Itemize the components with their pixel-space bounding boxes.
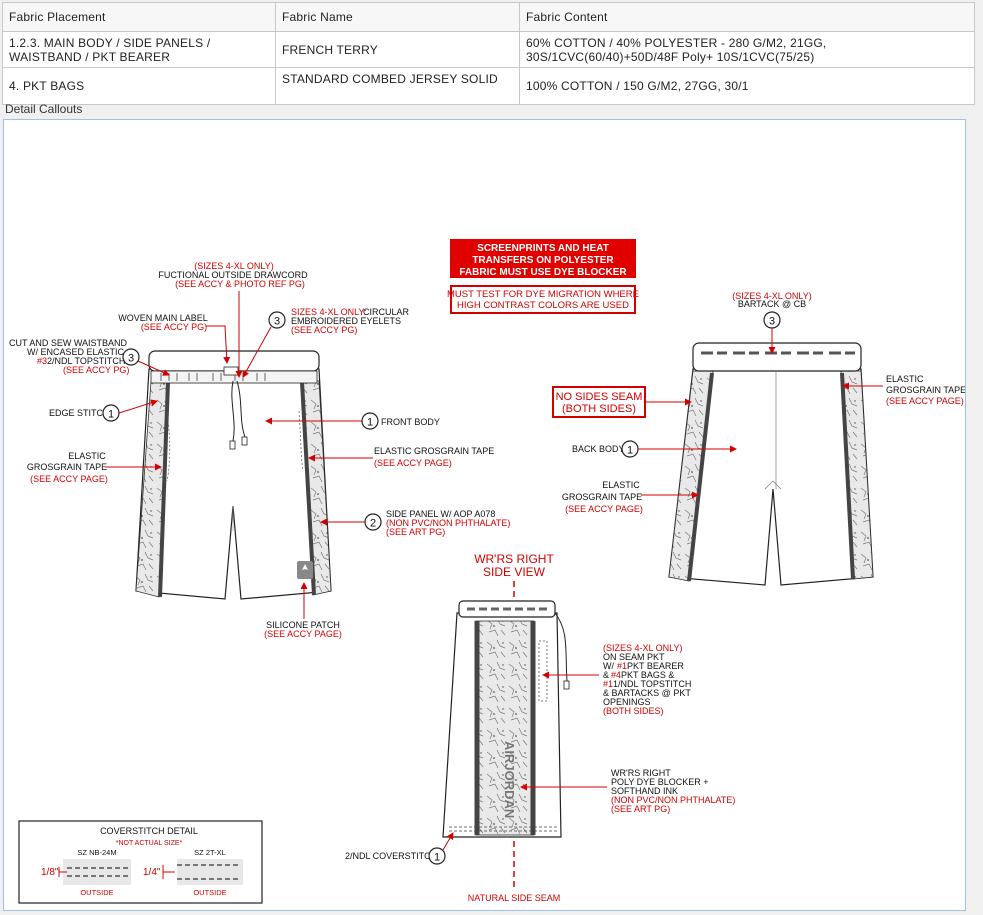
- content-cell: 100% COTTON / 150 G/M2, 27GG, 30/1: [519, 67, 975, 105]
- header-fabric-content: Fabric Content: [519, 2, 975, 32]
- callout-number: 2: [370, 518, 376, 530]
- edge-stitch-label: EDGE STITCH: [49, 408, 110, 418]
- callout-number: 3: [769, 316, 775, 328]
- eyelets-ref: (SEE ACCY PG): [291, 325, 357, 335]
- cell-line: WAISTBAND / PKT BEARER: [9, 49, 171, 64]
- side-panel-ref-2: (SEE ART PG): [386, 527, 445, 537]
- tape-right-ref: (SEE ACCY PAGE): [374, 458, 452, 468]
- header-fabric-placement: Fabric Placement: [2, 2, 276, 32]
- warning-line: TRANSFERS ON POLYESTER: [472, 255, 614, 266]
- front-body-label: FRONT BODY: [381, 417, 440, 427]
- brand-print: AIRJORDAN: [502, 741, 517, 818]
- side-view: WR'RS RIGHT SIDE VIEW AIRJORDAN: [442, 552, 570, 891]
- detail-callouts-panel: SCREENPRINTS AND HEAT TRANSFERS ON POLYE…: [3, 119, 966, 911]
- cell-line: 60% COTTON / 40% POLYESTER - 280 G/M2, 2…: [526, 35, 827, 50]
- woven-main-label: [223, 366, 239, 376]
- tape-left-label-2: GROSGRAIN TAPE: [27, 462, 107, 472]
- side-view-title: SIDE VIEW: [483, 565, 546, 579]
- print-ref: (SEE ART PG): [611, 804, 670, 814]
- callout-number: 3: [274, 316, 280, 328]
- name-cell: STANDARD COMBED JERSEY SOLID: [275, 67, 520, 105]
- side-view-title: WR'RS RIGHT: [474, 552, 554, 566]
- back-tape-left-1: ELASTIC: [602, 480, 640, 490]
- outside-label-2: OUTSIDE: [193, 888, 226, 897]
- natural-side-seam: NATURAL SIDE SEAM: [468, 893, 561, 903]
- no-seam-line: (BOTH SIDES): [562, 403, 636, 415]
- callout-number: 1: [367, 417, 373, 429]
- coverstitch-note: *NOT ACTUAL SIZE*: [116, 840, 183, 847]
- warning-line: MUST TEST FOR DYE MIGRATION WHERE: [447, 289, 639, 300]
- callout-number: 1: [627, 445, 633, 457]
- woven-label-ref: (SEE ACCY PG): [141, 322, 207, 332]
- silicone-patch: [297, 561, 313, 579]
- placement-cell: 1.2.3. MAIN BODY / SIDE PANELS / WAISTBAN…: [2, 31, 276, 68]
- front-shorts-drawing: [135, 350, 332, 600]
- placement-cell: 4. PKT BAGS: [2, 67, 276, 105]
- pocket-both-sides: (BOTH SIDES): [603, 706, 664, 716]
- tape-left-ref: (SEE ACCY PAGE): [30, 474, 108, 484]
- size-label-2: SZ 2T-XL: [194, 848, 226, 857]
- coverstitch-label: 2/NDL COVERSTITCH: [345, 851, 437, 861]
- size-label-1: SZ NB-24M: [77, 848, 116, 857]
- coverstitch-title: COVERSTITCH DETAIL: [100, 826, 198, 836]
- fabric-table: Fabric Placement Fabric Name Fabric Cont…: [2, 2, 975, 105]
- measure-1: 1/8": [41, 867, 59, 878]
- back-tape-right-2: GROSGRAIN TAPE: [886, 385, 965, 395]
- name-cell: FRENCH TERRY: [275, 31, 520, 68]
- warning-line: HIGH CONTRAST COLORS ARE USED: [457, 300, 629, 311]
- silicone-ref: (SEE ACCY PAGE): [264, 629, 342, 639]
- warning-line: SCREENPRINTS AND HEAT: [477, 243, 609, 254]
- table-row: 4. PKT BAGS STANDARD COMBED JERSEY SOLID…: [2, 67, 975, 105]
- bartack-label: BARTACK @ CB: [738, 299, 806, 309]
- tape-right-label: ELASTIC GROSGRAIN TAPE: [374, 446, 494, 456]
- callout-number: 1: [434, 852, 440, 864]
- waistband-ref: (SEE ACCY PG): [63, 365, 129, 375]
- tape-left-label-1: ELASTIC: [68, 451, 106, 461]
- back-tape-left-ref: (SEE ACCY PAGE): [565, 504, 643, 514]
- outside-label-1: OUTSIDE: [80, 888, 113, 897]
- cell-line: 1.2.3. MAIN BODY / SIDE PANELS /: [9, 35, 211, 50]
- back-tape-right-1: ELASTIC: [886, 374, 924, 384]
- back-shorts-drawing: [668, 342, 874, 586]
- callout-number: 1: [108, 409, 114, 421]
- back-tape-right-ref: (SEE ACCY PAGE): [886, 396, 964, 406]
- waistband-num-ref: #3: [37, 356, 47, 366]
- no-seam-line: NO SIDES SEAM: [556, 391, 643, 403]
- drawcord-ref: (SEE ACCY & PHOTO REF PG): [175, 279, 305, 289]
- section-title: Detail Callouts: [5, 102, 83, 116]
- table-row: 1.2.3. MAIN BODY / SIDE PANELS / WAISTBAN…: [2, 31, 975, 68]
- warning-boxes: SCREENPRINTS AND HEAT TRANSFERS ON POLYE…: [447, 239, 639, 314]
- content-cell: 60% COTTON / 40% POLYESTER - 280 G/M2, 2…: [519, 31, 975, 68]
- warning-line: FABRIC MUST USE DYE BLOCKER: [459, 267, 627, 278]
- back-waistband: [692, 342, 862, 372]
- coverstitch-detail-box: COVERSTITCH DETAIL *NOT ACTUAL SIZE* SZ …: [18, 820, 263, 904]
- callout-drawing: SCREENPRINTS AND HEAT TRANSFERS ON POLYE…: [9, 239, 966, 904]
- measure-2: 1/4": [143, 867, 161, 878]
- callout-number: 3: [128, 353, 134, 365]
- back-tape-left-2: GROSGRAIN TAPE: [562, 492, 642, 502]
- header-fabric-name: Fabric Name: [275, 2, 520, 32]
- cell-line: 30S/1CVC(60/40)+50D/48F Poly+ 10S/1CVC(7…: [526, 49, 815, 64]
- back-body-label: BACK BODY: [572, 444, 625, 454]
